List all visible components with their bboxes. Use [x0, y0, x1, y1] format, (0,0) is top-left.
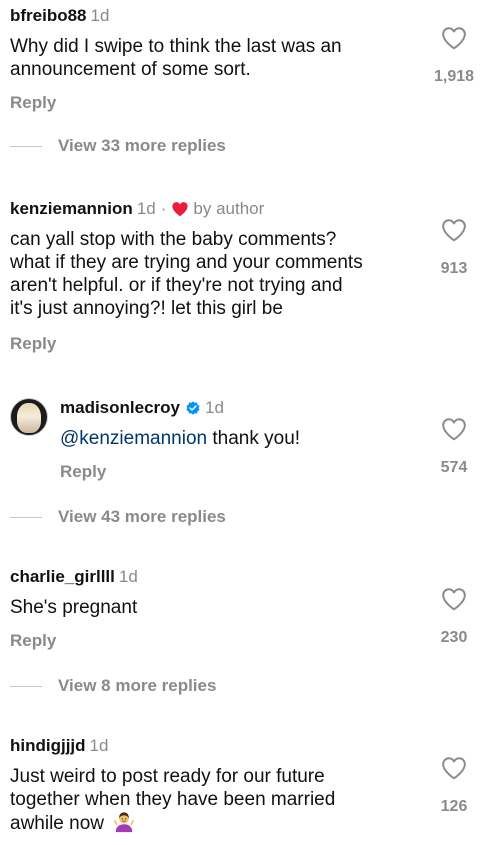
- view-more-replies[interactable]: View 33 more replies: [10, 136, 226, 156]
- divider-line: [10, 145, 42, 147]
- divider-line: [10, 685, 42, 687]
- heart-outline-icon[interactable]: [441, 587, 467, 611]
- like-column: 1,918: [424, 26, 484, 86]
- comment-text-line: it's just annoying?! let this girl be: [10, 298, 283, 319]
- comment-text: She's pregnant: [10, 596, 137, 619]
- comment-text-rest: thank you!: [207, 428, 301, 449]
- like-column: 913: [424, 218, 484, 278]
- shrug-emoji-icon: [114, 812, 135, 833]
- comment-text-line-with-emoji: awhile now: [10, 811, 430, 835]
- comment-time: 1d: [118, 567, 138, 586]
- like-count: 574: [440, 459, 468, 476]
- mention-link[interactable]: @kenziemannion: [60, 428, 207, 449]
- like-column: 574: [424, 417, 484, 477]
- comment-text: @kenziemannion thank you!: [60, 427, 300, 450]
- heart-outline-icon[interactable]: [441, 218, 467, 242]
- reply-button[interactable]: Reply: [60, 462, 106, 482]
- view-more-replies[interactable]: View 8 more replies: [10, 676, 216, 696]
- view-more-replies-label[interactable]: View 33 more replies: [58, 136, 226, 156]
- comment-text: Just weird to post ready for our future …: [10, 765, 430, 835]
- heart-outline-icon[interactable]: [441, 756, 467, 780]
- like-column: 126: [424, 756, 484, 816]
- comment-text-line: Why did I swipe to think the last was an: [10, 36, 342, 57]
- like-count: 230: [440, 629, 468, 646]
- divider-line: [10, 516, 42, 518]
- comment-text-line: announcement of some sort.: [10, 59, 251, 80]
- comment-time: 1d: [205, 398, 224, 417]
- comment-username[interactable]: kenziemannion: [10, 199, 133, 219]
- comment-text-line: awhile now: [10, 813, 104, 834]
- comment-text-line: what if they are trying and your comment…: [10, 252, 363, 273]
- view-more-replies[interactable]: View 43 more replies: [10, 507, 226, 527]
- comment-text: Why did I swipe to think the last was an…: [10, 35, 430, 81]
- comment-text-line: Just weird to post ready for our future: [10, 766, 325, 787]
- comment-username[interactable]: charlie_girllll: [10, 567, 115, 587]
- heart-outline-icon[interactable]: [441, 26, 467, 50]
- avatar[interactable]: [10, 398, 48, 436]
- comment-text-line: aren't helpful. or if they're not trying…: [10, 275, 343, 296]
- comment-username[interactable]: madisonlecroy: [60, 398, 180, 418]
- comment-header: madisonlecroy 1d: [60, 398, 224, 418]
- view-more-replies-label[interactable]: View 43 more replies: [58, 507, 226, 527]
- comment-text-line: She's pregnant: [10, 597, 138, 618]
- avatar-image: [17, 403, 41, 433]
- like-column: 230: [424, 587, 484, 647]
- like-count: 1,918: [433, 68, 475, 85]
- comment-header: hindigjjjd 1d: [10, 736, 108, 756]
- comment-header: bfreibo88 1d: [10, 6, 109, 26]
- verified-badge-icon: [186, 401, 200, 415]
- comment-text: can yall stop with the baby comments? wh…: [10, 228, 440, 320]
- comment-username[interactable]: bfreibo88: [10, 6, 87, 26]
- comment-time: 1d: [136, 199, 156, 218]
- reply-button[interactable]: Reply: [10, 93, 56, 113]
- reply-button[interactable]: Reply: [10, 631, 56, 651]
- heart-outline-icon[interactable]: [441, 417, 467, 441]
- heart-filled-icon: [172, 202, 189, 217]
- comment-time: 1d: [89, 736, 109, 755]
- comment-text-line: can yall stop with the baby comments?: [10, 229, 337, 250]
- by-author-label: by author: [193, 199, 265, 218]
- comment-header: kenziemannion 1d · by author: [10, 199, 264, 219]
- comment-header: charlie_girllll 1d: [10, 567, 138, 587]
- like-count: 126: [440, 798, 468, 815]
- comment-time: 1d: [90, 6, 110, 25]
- comment-username[interactable]: hindigjjjd: [10, 736, 86, 756]
- reply-button[interactable]: Reply: [10, 334, 56, 354]
- separator-dot: ·: [160, 199, 167, 218]
- comment-text-line: together when they have been married: [10, 789, 336, 810]
- view-more-replies-label[interactable]: View 8 more replies: [58, 676, 216, 696]
- like-count: 913: [440, 260, 468, 277]
